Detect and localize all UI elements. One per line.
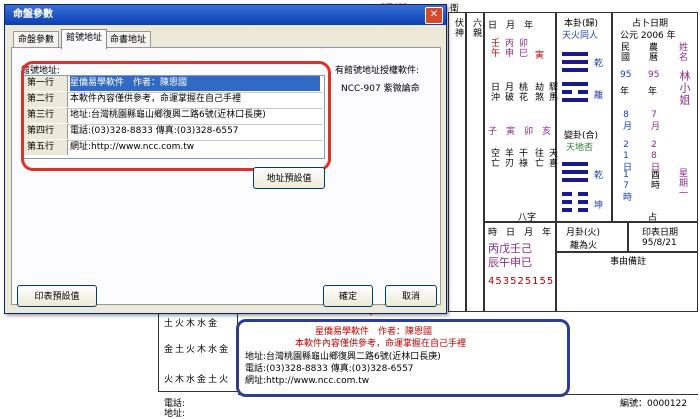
dialog-titlebar[interactable]: 命盤參數 [5, 5, 446, 25]
print-default-button[interactable]: 印表預設值 [17, 285, 97, 307]
dialog-title: 命盤參數 [13, 9, 53, 20]
tab-book-address[interactable]: 命書地址 [105, 31, 152, 48]
cancel-button[interactable]: 取消 [385, 285, 437, 307]
highlight-box [21, 61, 331, 171]
close-button[interactable]: ✕ [425, 7, 443, 24]
tab-chart-params[interactable]: 命盤參數 [13, 31, 60, 48]
ok-button[interactable]: 確定 [323, 285, 373, 307]
tab-shop-address[interactable]: 館號地址 [61, 29, 108, 49]
default-address-button[interactable]: 地址預設值 [253, 167, 325, 189]
license-value: NCC-907 紫微論命 [341, 84, 420, 94]
settings-dialog: 命盤參數 ✕ 命盤參數 館號地址 命書地址 館號地址: 第一行 星僑易學軟件 作… [4, 4, 447, 314]
license-label: 有館號地址授權軟件: [335, 66, 420, 76]
